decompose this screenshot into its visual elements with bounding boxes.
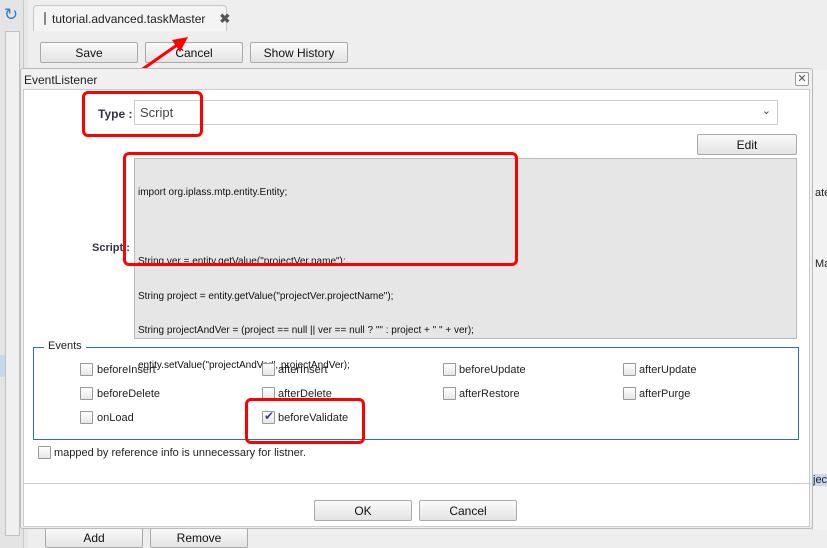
label-afterupdate: afterUpdate	[639, 364, 697, 376]
show-history-button[interactable]: Show History	[250, 42, 348, 63]
checkbox-beforeupdate[interactable]	[443, 363, 456, 376]
add-button[interactable]: Add	[45, 528, 143, 548]
right-fragment: ate	[815, 187, 827, 199]
edit-button[interactable]: Edit	[697, 134, 797, 155]
database-icon	[44, 12, 46, 25]
close-tab-icon[interactable]: ✖	[219, 11, 230, 27]
label-mapped-reference: mapped by reference info is unnecessary …	[54, 447, 306, 459]
ok-button[interactable]: OK	[314, 500, 412, 521]
script-line: String projectAndVer = (project == null …	[138, 325, 474, 336]
checkbox-mapped-reference[interactable]	[38, 446, 51, 459]
remove-button[interactable]: Remove	[150, 528, 248, 548]
checkbox-onload[interactable]	[80, 411, 93, 424]
annotation-box-script	[123, 152, 518, 266]
annotation-box-type	[82, 91, 203, 137]
right-fragment: Ma	[815, 258, 827, 270]
dialog-title: EventListener	[24, 73, 98, 87]
right-fragment: jec	[813, 474, 827, 486]
script-line: String project = entity.getValue("projec…	[138, 290, 394, 302]
save-button[interactable]: Save	[40, 42, 138, 63]
checkbox-afterinsert[interactable]	[262, 363, 275, 376]
label-afterpurge: afterPurge	[639, 388, 691, 400]
checkbox-beforedelete[interactable]	[80, 387, 93, 400]
events-legend: Events	[44, 340, 86, 352]
left-scrollbar[interactable]	[5, 31, 20, 536]
label-beforedelete: beforeDelete	[97, 388, 160, 400]
label-onload: onLoad	[97, 412, 134, 424]
left-highlight	[0, 355, 5, 377]
dialog-cancel-button[interactable]: Cancel	[419, 500, 517, 521]
label-beforeupdate: beforeUpdate	[459, 364, 526, 376]
checkbox-afterupdate[interactable]	[623, 363, 636, 376]
checkbox-afterrestore[interactable]	[443, 387, 456, 400]
type-select[interactable]: Script ⌄	[134, 100, 778, 125]
annotation-box-beforevalidate	[245, 398, 365, 444]
checkbox-afterpurge[interactable]	[623, 387, 636, 400]
checkbox-beforeinsert[interactable]	[80, 363, 93, 376]
chevron-down-icon: ⌄	[761, 105, 771, 117]
close-dialog-button[interactable]: ✕	[795, 72, 809, 86]
label-afterinsert: afterInsert	[278, 364, 328, 376]
refresh-icon[interactable]: ↻	[1, 5, 21, 25]
label-afterrestore: afterRestore	[459, 388, 520, 400]
label-beforeinsert: beforeInsert	[97, 364, 156, 376]
footer-divider	[23, 483, 811, 484]
right-column	[812, 70, 827, 530]
